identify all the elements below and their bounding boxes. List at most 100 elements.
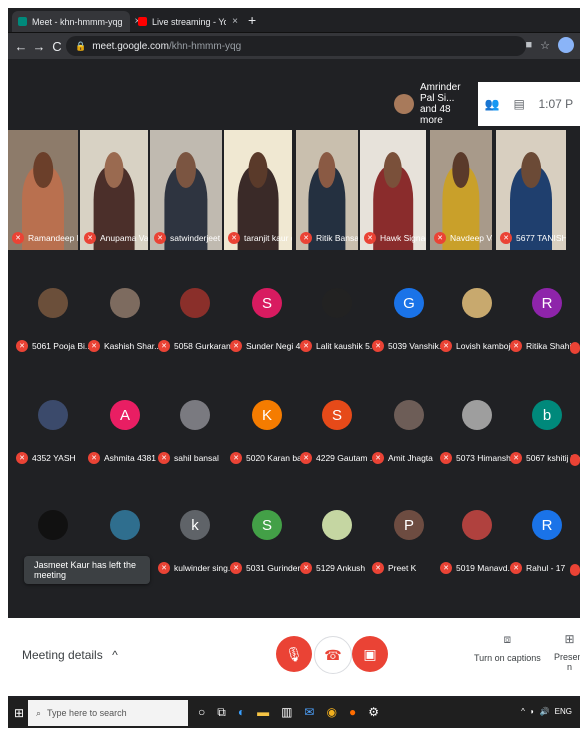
firefox-icon[interactable]: ● <box>349 705 356 720</box>
participant-name: 5019 Manavd... <box>456 563 515 573</box>
video-tile[interactable]: ✕ Ritik Bansal <box>296 130 358 250</box>
participant-tile[interactable]: ✕ 5019 Manavd... <box>440 488 515 598</box>
meet-header: Amrinder Pal Si... and 48 more 👥 ▤ 1:07 … <box>8 60 580 130</box>
participant-label: ✕ 5073 Himanshu <box>440 452 516 464</box>
participant-tile[interactable]: R ✕ Rahul - 17 <box>510 488 580 598</box>
mic-off-icon <box>570 454 580 466</box>
video-tile[interactable]: ✕ 5677 TANISH ... <box>496 130 566 250</box>
participant-label: ✕ Lovish kamboj... <box>440 340 517 352</box>
participant-tile[interactable]: ✕ Kashish Shar... <box>88 266 161 376</box>
participant-tile[interactable]: ✕ 5058 Gurkaran... <box>158 266 238 376</box>
participant-tile[interactable]: S ✕ 4229 Gautam ... <box>300 378 377 488</box>
participant-label: ✕ Lalit kaushik 5... <box>300 340 377 352</box>
participant-name: sahil bansal <box>174 453 219 463</box>
new-tab-icon[interactable]: + <box>248 12 256 28</box>
chat-icon[interactable]: ▤ <box>513 97 524 111</box>
participant-tile[interactable]: ✕ 5129 Ankush <box>300 488 372 598</box>
chrome-icon[interactable]: ◉ <box>326 705 336 720</box>
participant-tile[interactable]: b✕5067 kshitij bh... <box>510 378 580 488</box>
people-icon[interactable]: 👥 <box>485 97 500 111</box>
network-icon[interactable]: ◗ <box>530 707 535 716</box>
mic-off-icon: ✕ <box>16 452 28 464</box>
meeting-details-button[interactable]: Meeting details ^ <box>22 648 118 662</box>
participant-label: ✕ 5061 Pooja Bi... <box>16 340 92 352</box>
taskbar-search[interactable]: ⌕ Type here to search <box>28 700 188 726</box>
mail-icon[interactable]: ✉ <box>304 705 314 720</box>
participant-tile[interactable]: P ✕ Preet K <box>372 488 444 598</box>
participant-tile[interactable]: ✕ 5061 Pooja Bi... <box>16 266 92 376</box>
profile-avatar[interactable] <box>558 37 574 53</box>
participant-avatar <box>38 510 68 540</box>
participant-tile[interactable]: G ✕ 5039 Vanshik... <box>372 266 446 376</box>
camera-off-button[interactable]: ▣ <box>352 636 388 672</box>
video-tile[interactable]: ✕ taranjit kaur oko <box>224 130 292 250</box>
system-tray: ^ ◗ 🔊 ENG <box>521 707 572 716</box>
participant-tile[interactable]: ✕ 4352 YASH <box>16 378 88 488</box>
file-explorer-icon[interactable]: ▬ <box>257 705 269 720</box>
participant-tile[interactable]: S ✕ 5031 Gurinder ... <box>230 488 310 598</box>
back-icon[interactable]: ← <box>12 39 30 54</box>
video-strip: ✕ Ramandeep M... ✕ Anupama Vas... ✕ satwind… <box>8 130 580 252</box>
mic-off-icon <box>570 564 580 576</box>
captions-button[interactable]: ⧈ Turn on captions <box>474 632 541 663</box>
participant-name: Kashish Shar... <box>104 341 162 351</box>
participant-label: ✕ Kashish Shar... <box>88 340 161 352</box>
task-view-icon[interactable]: ⧉ <box>217 705 226 720</box>
volume-icon[interactable]: 🔊 <box>540 707 550 716</box>
video-tile-label: 5677 TANISH ... <box>516 233 566 243</box>
tab-youtube-studio[interactable]: Live streaming - YouTube Studio × <box>132 11 244 32</box>
participant-tile[interactable]: K ✕ 5020 Karan ba... <box>230 378 309 488</box>
forward-icon[interactable]: → <box>30 39 48 54</box>
cortana-icon[interactable]: ○ <box>198 705 205 720</box>
participant-tile[interactable]: A ✕ Ashmita 4381 <box>88 378 160 488</box>
settings-icon[interactable]: ⚙ <box>368 705 379 720</box>
toast-text: Jasmeet Kaur has left the meeting <box>34 560 137 580</box>
reload-icon[interactable]: C <box>48 39 66 54</box>
video-tile[interactable]: ✕ satwinderjeet m... <box>150 130 222 250</box>
mic-off-icon: ✕ <box>300 340 312 352</box>
windows-start-icon[interactable]: ⊞ <box>14 706 24 720</box>
mic-off-icon: ✕ <box>230 562 242 574</box>
store-icon[interactable]: ▥ <box>281 705 292 720</box>
tray-chevron-icon[interactable]: ^ <box>521 707 525 716</box>
participant-name: Rahul - 17 <box>526 563 566 573</box>
participant-tile[interactable]: ✕ sahil bansal <box>158 378 230 488</box>
edge-icon[interactable]: ◐ <box>238 705 245 720</box>
participants-summary[interactable]: Amrinder Pal Si... and 48 more <box>394 82 474 126</box>
participant-name: 5039 Vanshik... <box>388 341 446 351</box>
meet-header-actions: 👥 ▤ 1:07 P <box>478 82 580 126</box>
video-tile-label: taranjit kaur oko <box>244 233 292 243</box>
video-tile[interactable]: ✕ Navdeep Vaaik <box>430 130 492 250</box>
tab-meet[interactable]: Meet - khn-hmmm-yqg × <box>12 11 140 32</box>
participant-avatar <box>462 400 492 430</box>
participant-tile[interactable]: ✕ Amit Jhagta <box>372 378 444 488</box>
mic-off-icon: ✕ <box>12 232 24 244</box>
participant-tile[interactable]: ✕ Lalit kaushik 5... <box>300 266 377 376</box>
tray-language[interactable]: ENG <box>555 707 572 716</box>
participant-name: 4229 Gautam ... <box>316 453 377 463</box>
participant-name: Amrinder Pal Si... <box>420 82 461 104</box>
participant-tile[interactable]: S ✕ Sunder Negi 4... <box>230 266 307 376</box>
participant-tile[interactable]: ✕ 5073 Himanshu <box>440 378 516 488</box>
video-tile[interactable]: ✕ Ramandeep M... <box>8 130 78 250</box>
close-tab-icon[interactable]: × <box>232 16 238 27</box>
participant-avatar <box>462 288 492 318</box>
chevron-up-icon: ^ <box>112 648 118 662</box>
toolbar-actions: ■ ☆ <box>525 37 574 53</box>
video-tile[interactable]: ✕ Anupama Vas... <box>80 130 148 250</box>
participant-tile[interactable]: k ✕ kulwinder sing... <box>158 488 235 598</box>
participant-tile[interactable]: R ✕ Ritika Shahi 4... <box>510 266 580 376</box>
windows-taskbar: ⊞ ⌕ Type here to search ○ ⧉ ◐ ▬ ▥ ✉ ◉ ● … <box>8 698 580 728</box>
address-bar[interactable]: 🔒 meet.google.com /khn-hmmm-yqg <box>66 36 526 56</box>
present-button[interactable]: ⊞ Present n <box>554 632 580 672</box>
participant-name: Sunder Negi 4... <box>246 341 308 351</box>
mic-off-button[interactable]: 🎙 <box>276 636 312 672</box>
camera-indicator-icon[interactable]: ■ <box>525 39 532 51</box>
participant-label: ✕ Preet K <box>372 562 416 574</box>
video-tile[interactable]: ✕ Hawk Signage <box>360 130 426 250</box>
tab-title: Meet - khn-hmmm-yqg <box>32 16 123 27</box>
participant-tile[interactable]: ✕ Lovish kamboj... <box>440 266 517 376</box>
leave-call-button[interactable]: ☎ <box>314 636 352 674</box>
participant-name: Amit Jhagta <box>388 453 433 463</box>
bookmark-star-icon[interactable]: ☆ <box>540 39 550 52</box>
